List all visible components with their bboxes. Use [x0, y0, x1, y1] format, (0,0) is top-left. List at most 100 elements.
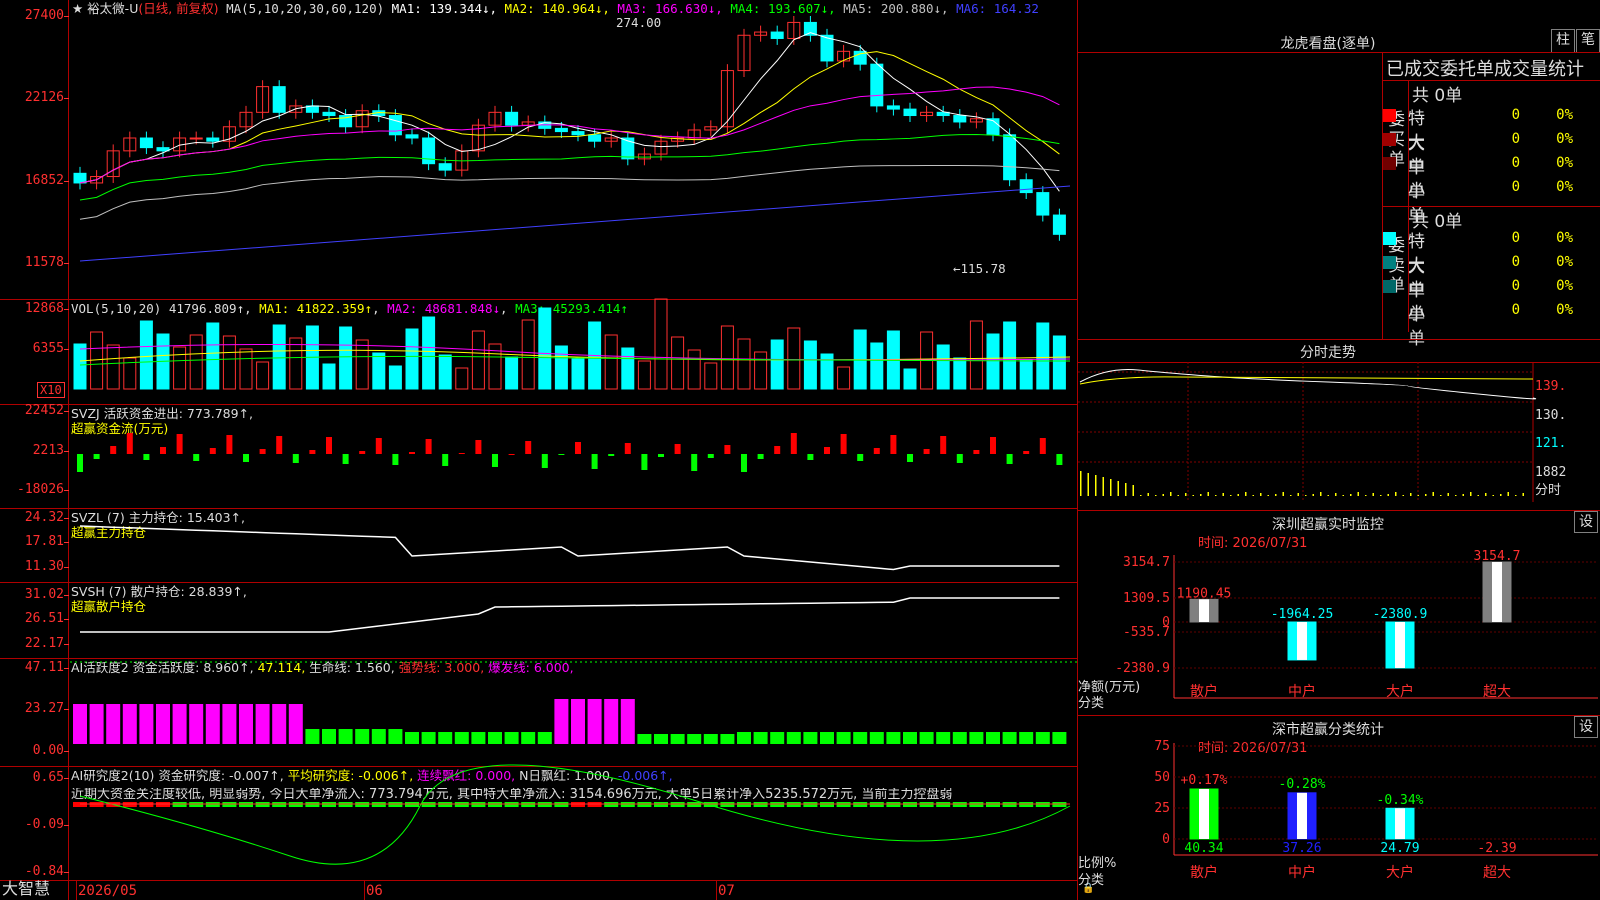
activity-bar	[1052, 732, 1067, 744]
flow-bar	[1039, 438, 1046, 454]
candle	[1052, 214, 1066, 235]
activity-bar	[786, 732, 801, 744]
intraday-volume	[1297, 493, 1299, 496]
flow-bar	[93, 454, 100, 459]
activity-bar	[239, 704, 253, 744]
category-label: 散户	[1190, 864, 1218, 881]
ma-line	[79, 185, 1071, 262]
sz-class-left1: 比例%	[1078, 856, 1117, 871]
capital-flow-chart[interactable]	[0, 404, 1078, 508]
volume-bar	[654, 298, 668, 390]
intraday-title: 分时走势	[1300, 345, 1356, 361]
volume-bar	[953, 357, 967, 390]
sell-row-pct: 0%	[1556, 254, 1573, 270]
intraday-chart[interactable]	[1078, 362, 1600, 512]
xaxis-label-may: 2026/05	[78, 883, 138, 899]
flow-bar	[309, 450, 316, 454]
intraday-volume	[1440, 495, 1442, 496]
intraday-volume	[1342, 495, 1344, 496]
ratio-chart[interactable]: 75 50 25 0 40.34 散户 37.26 中户 24.79 大户 -2.39 超大 +0.17…	[1078, 715, 1600, 900]
axis-tick: 0	[1162, 832, 1170, 847]
flow-bar	[475, 440, 482, 454]
bar-mode-button[interactable]: 柱	[1551, 29, 1575, 53]
buy-row-count: 0	[1511, 155, 1520, 171]
intraday-volume	[1230, 495, 1232, 496]
candlestick-chart[interactable]	[0, 0, 1078, 300]
retail-holding-chart[interactable]	[0, 582, 1078, 658]
candle	[870, 63, 884, 107]
stats-header: 已成交委托单成交量统计	[1386, 59, 1584, 80]
activity-chart[interactable]	[0, 658, 1078, 766]
intraday-tick: 分时	[1535, 483, 1562, 498]
flow-bar	[956, 454, 963, 463]
intraday-volume	[1417, 495, 1419, 496]
high-price-label: 274.00	[616, 15, 662, 30]
volume-bar	[222, 335, 236, 390]
activity-bar	[670, 734, 685, 744]
activity-bar	[919, 732, 934, 744]
activity-bar	[106, 704, 121, 744]
activity-bar	[438, 732, 453, 744]
activity-bar	[770, 732, 785, 744]
volume-bar	[803, 340, 817, 390]
intraday-volume	[1455, 495, 1457, 496]
flow-bar	[458, 453, 465, 454]
intraday-volume	[1222, 493, 1224, 496]
flow-bar	[840, 434, 847, 454]
candle	[903, 108, 917, 117]
volume-bar	[189, 334, 203, 390]
activity-bar	[471, 732, 486, 744]
right-panel: 龙虎看盘(逐单) 柱 笔 已成交委托单成交量统计 委买单 共 0单 特大 0 0% 大…	[1078, 0, 1600, 900]
activity-bar	[421, 732, 436, 744]
main-holding-chart[interactable]	[0, 508, 1078, 582]
volume-bar	[903, 368, 917, 390]
flow-bar	[691, 454, 698, 471]
activity-bar	[720, 734, 735, 744]
flow-bar	[824, 447, 830, 454]
candle	[554, 127, 568, 133]
volume-bar	[239, 348, 253, 390]
research-chart[interactable]	[0, 764, 1078, 880]
net-amount-chart[interactable]: 3154.71309.50-535.7-2380.91190.45散户-1964…	[1078, 510, 1600, 715]
volume-bar	[986, 333, 1000, 390]
intraday-volume	[1267, 495, 1269, 496]
pen-mode-button[interactable]: 笔	[1576, 29, 1600, 53]
sell-row-pct: 0%	[1556, 230, 1573, 246]
volume-chart[interactable]	[0, 298, 1078, 404]
intraday-volume	[1477, 495, 1479, 496]
flow-bar	[425, 439, 432, 454]
volume-bar	[1036, 322, 1050, 390]
activity-bar	[753, 732, 768, 744]
axis-tick: -535.7	[1123, 625, 1170, 640]
volume-bar	[936, 344, 950, 390]
intraday-volume	[1290, 495, 1292, 496]
volume-bar	[106, 344, 120, 390]
intraday-volume	[1185, 493, 1187, 496]
flow-bar	[193, 454, 200, 461]
bar-highlight	[1395, 622, 1405, 668]
activity-bar	[272, 704, 287, 744]
candle	[73, 172, 87, 184]
activity-bar	[571, 699, 585, 744]
category-label: 散户	[1190, 683, 1218, 700]
bar-highlight	[1199, 788, 1209, 839]
flow-bar	[541, 454, 548, 468]
candle	[422, 137, 436, 165]
volume-bar	[139, 320, 153, 390]
flow-bar	[558, 454, 565, 455]
volume-bar	[256, 361, 270, 390]
bar-value: 37.26	[1282, 841, 1321, 856]
candle	[206, 137, 220, 142]
sz-monitor-left1: 净额(万元)	[1078, 680, 1141, 695]
sell-row-count: 0	[1511, 254, 1520, 270]
intraday-volume	[1192, 495, 1194, 496]
flow-bar	[143, 454, 150, 460]
intraday-volume	[1507, 492, 1509, 496]
flow-bar	[807, 454, 814, 460]
candle	[139, 137, 153, 149]
chart-area[interactable]: ★ 裕太微-U(日线, 前复权) MA(5,10,20,30,60,120) M…	[0, 0, 1094, 900]
low-price-label: ←115.78	[953, 261, 1006, 276]
intraday-volume	[1260, 493, 1262, 496]
flow-bar	[575, 442, 581, 454]
intraday-volume	[1410, 493, 1412, 496]
